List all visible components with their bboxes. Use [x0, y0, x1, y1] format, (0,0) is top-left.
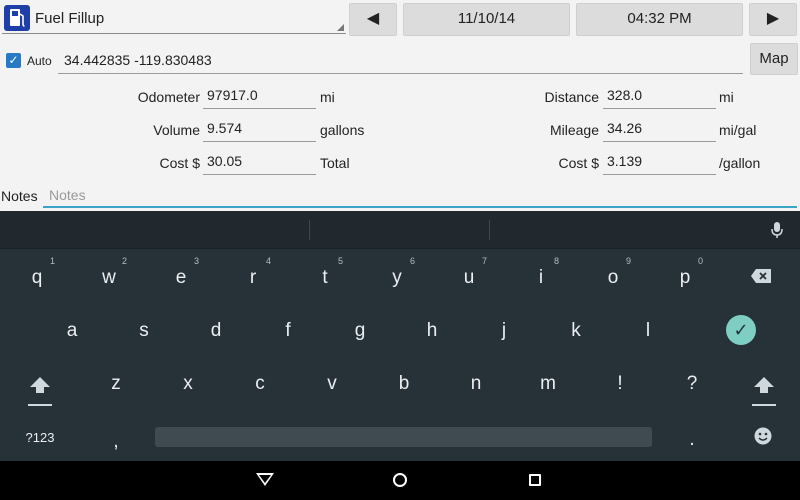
key-z[interactable]: z	[86, 361, 146, 407]
key-hint: 3	[193, 256, 199, 266]
mileage-label: Mileage	[549, 122, 599, 138]
key-a[interactable]: a	[42, 308, 102, 354]
volume-label: Volume	[153, 122, 200, 138]
key-x[interactable]: x	[158, 361, 218, 407]
key-d[interactable]: d	[186, 308, 246, 354]
map-button[interactable]: Map	[750, 43, 798, 75]
distance-field[interactable]: 328.0	[603, 85, 716, 109]
key-l[interactable]: l	[618, 308, 678, 354]
mileage-field[interactable]: 34.26	[603, 118, 716, 142]
key-r[interactable]: r4	[223, 255, 283, 301]
unit-cost-label: Cost $	[558, 155, 599, 171]
mileage-unit: mi/gal	[719, 122, 757, 138]
unit-cost-field[interactable]: 3.139	[603, 151, 716, 175]
time-button[interactable]: 04:32 PM	[576, 3, 743, 36]
done-key[interactable]: ✓	[726, 315, 756, 345]
key-hint: 8	[553, 256, 559, 266]
key-hint: 0	[697, 256, 703, 266]
back-icon-inner	[259, 475, 271, 483]
recent-apps-icon[interactable]	[529, 474, 541, 486]
key-o[interactable]: o9	[583, 255, 643, 301]
notes-label: Notes	[1, 188, 38, 204]
key-hint: 5	[337, 256, 343, 266]
key-exclamation[interactable]: !	[590, 361, 650, 407]
shift-left-icon[interactable]	[28, 375, 52, 407]
key-v[interactable]: v	[302, 361, 362, 407]
suggestion-divider	[489, 220, 490, 240]
total-cost-field[interactable]: 30.05	[203, 151, 316, 175]
comma-key[interactable]: ,	[86, 419, 146, 465]
key-j[interactable]: j	[474, 308, 534, 354]
spinner-dropdown-icon	[337, 24, 344, 31]
distance-label: Distance	[544, 89, 599, 105]
auto-label: Auto	[27, 54, 52, 68]
symbols-key[interactable]: ?123	[10, 415, 70, 461]
total-cost-unit: Total	[320, 155, 350, 171]
notes-field[interactable]: Notes	[43, 184, 797, 208]
key-hint: 6	[409, 256, 415, 266]
previous-button[interactable]: ◀	[349, 3, 397, 36]
key-hint: 1	[49, 256, 55, 266]
key-hint: 2	[121, 256, 127, 266]
suggestion-strip	[0, 211, 800, 249]
shift-right-icon[interactable]	[752, 375, 776, 407]
vehicle-name: Fuel Fillup	[35, 10, 105, 27]
key-hint: 9	[625, 256, 631, 266]
home-icon[interactable]	[393, 473, 407, 487]
key-f[interactable]: f	[258, 308, 318, 354]
fuel-fillup-form: Fuel Fillup ◀ 11/10/14 04:32 PM ▶ ✓ Auto…	[0, 0, 800, 211]
key-c[interactable]: c	[230, 361, 290, 407]
key-h[interactable]: h	[402, 308, 462, 354]
backspace-icon[interactable]	[750, 268, 772, 284]
period-key[interactable]: .	[662, 417, 722, 463]
auto-checkbox[interactable]: ✓	[6, 53, 21, 68]
key-m[interactable]: m	[518, 361, 578, 407]
soft-keyboard: q1 w2 e3 r4 t5 y6 u7 i8 o9 p0 asdfghjkl z x c v b n m!?…	[0, 211, 800, 461]
key-p[interactable]: p0	[655, 255, 715, 301]
distance-unit: mi	[719, 89, 734, 105]
odometer-unit: mi	[320, 89, 335, 105]
key-q[interactable]: q1	[7, 255, 67, 301]
key-t[interactable]: t5	[295, 255, 355, 301]
next-button[interactable]: ▶	[749, 3, 797, 36]
odometer-label: Odometer	[137, 89, 200, 105]
key-g[interactable]: g	[330, 308, 390, 354]
date-button[interactable]: 11/10/14	[403, 3, 570, 36]
key-s[interactable]: s	[114, 308, 174, 354]
key-y[interactable]: y6	[367, 255, 427, 301]
fuel-pump-icon	[4, 5, 30, 31]
unit-cost-unit: /gallon	[719, 155, 761, 171]
volume-unit: gallons	[320, 122, 365, 138]
total-cost-label: Cost $	[159, 155, 200, 171]
key-hint: 4	[265, 256, 271, 266]
coordinates-field[interactable]: 34.442835 -119.830483	[58, 50, 743, 74]
microphone-icon[interactable]	[770, 221, 784, 239]
suggestion-divider	[309, 220, 310, 240]
key-b[interactable]: b	[374, 361, 434, 407]
emoji-icon[interactable]	[754, 427, 772, 445]
key-w[interactable]: w2	[79, 255, 139, 301]
key-n[interactable]: n	[446, 361, 506, 407]
space-key[interactable]	[155, 427, 652, 447]
navigation-bar	[0, 461, 800, 500]
key-i[interactable]: i8	[511, 255, 571, 301]
odometer-field[interactable]: 97917.0	[203, 85, 316, 109]
key-hint: 7	[481, 256, 487, 266]
vehicle-spinner[interactable]: Fuel Fillup	[2, 4, 346, 34]
key-u[interactable]: u7	[439, 255, 499, 301]
key-k[interactable]: k	[546, 308, 606, 354]
volume-field[interactable]: 9.574	[203, 118, 316, 142]
key-question[interactable]: ?	[662, 361, 722, 407]
key-e[interactable]: e3	[151, 255, 211, 301]
